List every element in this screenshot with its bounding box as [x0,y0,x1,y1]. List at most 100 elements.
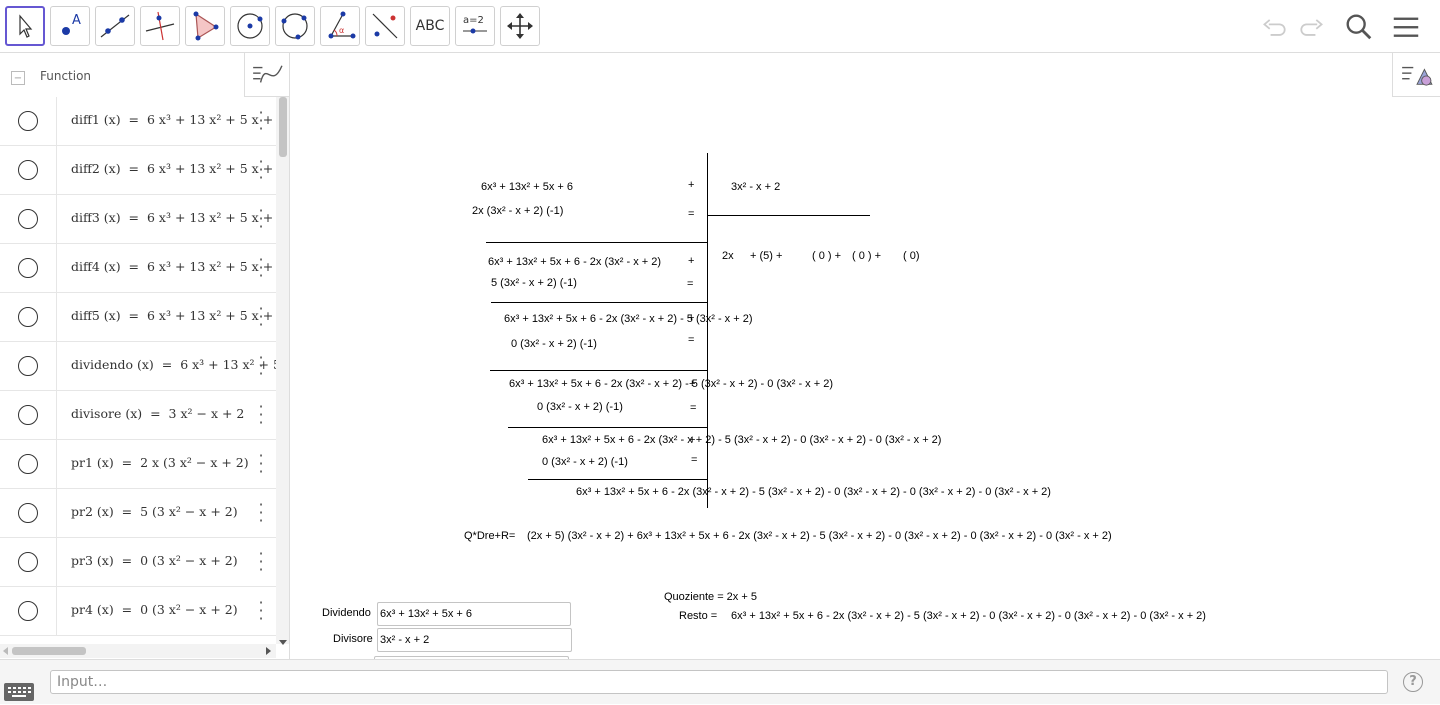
equals-sign: = [120,308,147,323]
more-options-icon[interactable]: · · · [254,105,268,137]
undo-button[interactable] [1258,10,1292,44]
algebra-row[interactable]: divisore (x) = 3 x² − x + 2 · · · [0,391,276,440]
text-tool-button[interactable]: ABC [410,6,450,46]
algebra-row[interactable]: dividendo (x) = 6 x³ + 13 x² + 5 x +··· [0,342,276,391]
visibility-toggle-cell[interactable] [0,538,57,586]
help-button[interactable]: ? [1403,672,1423,692]
visibility-toggle-icon[interactable] [18,601,38,621]
circle-three-points-tool-button[interactable] [275,6,315,46]
visibility-toggle-cell[interactable] [0,195,57,243]
visibility-toggle-icon[interactable] [18,356,38,376]
visibility-toggle-icon[interactable] [18,258,38,278]
visibility-toggle-icon[interactable] [18,209,38,229]
dividendo-label: Dividendo [322,607,371,619]
algebra-row[interactable]: diff3 (x) = 6 x³ + 13 x² + 5 x + 6 − 2··… [0,195,276,244]
visibility-toggle-cell[interactable] [0,391,57,439]
scroll-down-arrow-icon[interactable] [279,638,287,646]
more-options-icon[interactable]: · · · [254,252,268,284]
visibility-toggle-icon[interactable] [18,307,38,327]
algebra-row[interactable]: pr3 (x) = 0 (3 x² − x + 2) · · · [0,538,276,587]
function-definition[interactable]: diff3 (x) = 6 x³ + 13 x² + 5 x + 6 − 2 [71,210,276,225]
collapse-group-button[interactable]: − [11,71,25,85]
algebra-row[interactable]: pr1 (x) = 2 x (3 x² − x + 2) · · · [0,440,276,489]
function-definition[interactable]: diff4 (x) = 6 x³ + 13 x² + 5 x + 6 − 2 [71,259,276,274]
equals-sign: = [120,210,147,225]
algebra-row[interactable]: diff2 (x) = 6 x³ + 13 x² + 5 x + 6 − 2··… [0,146,276,195]
slider-tool-button[interactable]: a=2 [455,6,495,46]
algebra-row[interactable]: diff1 (x) = 6 x³ + 13 x² + 5 x + 6 − 2··… [0,97,276,146]
dividendo-input[interactable]: 6x³ + 13x² + 5x + 6 [377,602,571,626]
remainder-label: Resto = [679,610,718,622]
function-definition[interactable]: diff5 (x) = 6 x³ + 13 x² + 5 x + 6 − 2 [71,308,276,323]
visibility-toggle-cell[interactable] [0,97,57,145]
visibility-toggle-cell[interactable] [0,244,57,292]
function-definition[interactable]: divisore (x) = 3 x² − x + 2 [71,406,244,421]
visibility-toggle-icon[interactable] [18,111,38,131]
more-options-icon[interactable]: · · · [254,448,268,480]
algebra-row[interactable]: diff4 (x) = 6 x³ + 13 x² + 5 x + 6 − 2··… [0,244,276,293]
function-definition[interactable]: diff1 (x) = 6 x³ + 13 x² + 5 x + 6 − 2 [71,112,276,127]
more-options-icon[interactable]: · · · [254,203,268,235]
visibility-toggle-icon[interactable] [18,160,38,180]
step3-separator [490,370,707,371]
algebra-vertical-scrollbar[interactable] [276,97,289,646]
circle-center-tool-button[interactable] [230,6,270,46]
function-definition[interactable]: pr3 (x) = 0 (3 x² − x + 2) [71,553,238,568]
visibility-toggle-cell[interactable] [0,489,57,537]
visibility-toggle-cell[interactable] [0,146,57,194]
scroll-left-arrow-icon[interactable] [2,647,10,655]
algebra-input-field[interactable]: Input… [50,670,1388,694]
graphics-style-bar-button[interactable] [1392,53,1440,97]
visibility-toggle-icon[interactable] [18,454,38,474]
perpendicular-tool-button[interactable] [140,6,180,46]
algebra-row[interactable]: pr2 (x) = 5 (3 x² − x + 2) · · · [0,489,276,538]
perpendicular-line-icon [145,11,175,41]
equals-sign: = [113,602,141,617]
more-options-icon[interactable]: · · · [254,399,268,431]
undo-icon [1263,19,1286,36]
more-options-icon[interactable]: · · · [254,497,268,529]
function-name: diff3 (x) [71,210,121,225]
main-menu-button[interactable] [1389,10,1423,44]
point-tool-button[interactable]: A [50,6,90,46]
visibility-toggle-cell[interactable] [0,587,57,635]
reflect-tool-button[interactable] [365,6,405,46]
scrollbar-thumb[interactable] [279,97,287,157]
function-definition[interactable]: pr4 (x) = 0 (3 x² − x + 2) [71,602,238,617]
algebra-row[interactable]: diff5 (x) = 6 x³ + 13 x² + 5 x + 6 − 2··… [0,293,276,342]
line-tool-button[interactable] [95,6,135,46]
visibility-toggle-cell[interactable] [0,342,57,390]
visibility-toggle-icon[interactable] [18,503,38,523]
algebra-horizontal-scrollbar[interactable] [0,644,276,658]
redo-button[interactable] [1294,10,1328,44]
function-expression: 0 (3 x² − x + 2) [140,602,238,617]
move-tool-button[interactable] [5,6,45,46]
function-definition[interactable]: dividendo (x) = 6 x³ + 13 x² + 5 x + [71,357,276,372]
move-view-tool-button[interactable] [500,6,540,46]
visibility-toggle-cell[interactable] [0,293,57,341]
input-bar: Input… ? [0,659,1440,704]
polygon-icon [193,11,219,41]
search-button[interactable] [1342,10,1376,44]
function-definition[interactable]: diff2 (x) = 6 x³ + 13 x² + 5 x + 6 − 2 [71,161,276,176]
scroll-right-arrow-icon[interactable] [264,647,272,655]
scrollbar-thumb[interactable] [12,647,86,655]
graphics-view[interactable] [298,53,1440,659]
angle-tool-button[interactable]: α [320,6,360,46]
visibility-toggle-icon[interactable] [18,552,38,572]
function-definition[interactable]: pr1 (x) = 2 x (3 x² − x + 2) [71,455,249,470]
more-options-icon[interactable]: · · · [254,301,268,333]
function-definition[interactable]: pr2 (x) = 5 (3 x² − x + 2) [71,504,238,519]
more-options-icon[interactable]: · · · [254,546,268,578]
visibility-toggle-icon[interactable] [18,405,38,425]
algebra-style-bar-button[interactable] [244,53,289,97]
more-options-icon[interactable]: · · · [254,350,268,382]
divisore-input[interactable]: 3x² - x + 2 [377,628,572,652]
more-options-icon[interactable]: · · · [254,595,268,627]
equals-sign: = [113,504,141,519]
algebra-row[interactable]: pr4 (x) = 0 (3 x² − x + 2) · · · [0,587,276,636]
more-options-icon[interactable]: · · · [254,154,268,186]
keyboard-button[interactable] [4,683,34,701]
visibility-toggle-cell[interactable] [0,440,57,488]
polygon-tool-button[interactable] [185,6,225,46]
